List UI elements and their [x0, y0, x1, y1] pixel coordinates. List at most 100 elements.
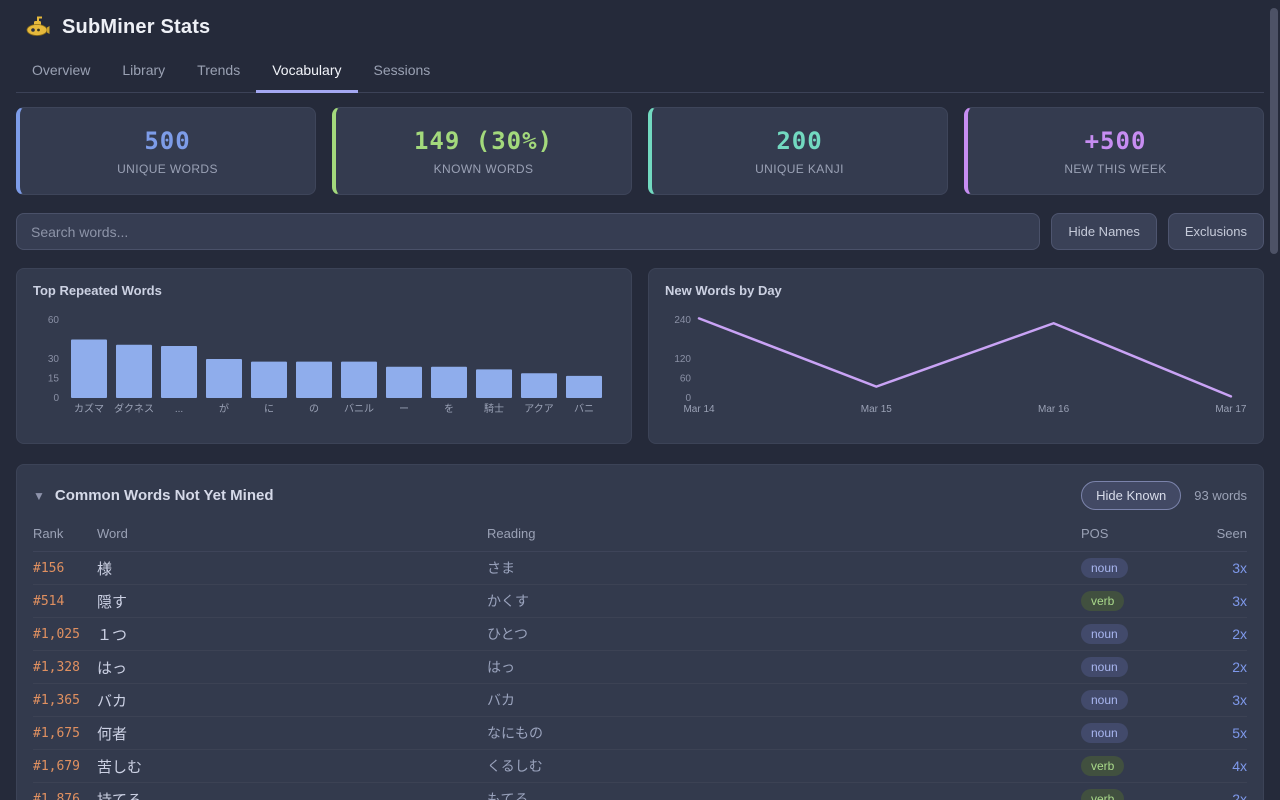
tabs: OverviewLibraryTrendsVocabularySessions	[16, 50, 1264, 92]
cell-reading: バカ	[487, 690, 1081, 710]
tab-trends[interactable]: Trends	[181, 50, 256, 93]
bar-chart-card: Top Repeated Words 0153060カズマダクネス...がにのバ…	[16, 268, 632, 444]
cell-pos: noun	[1081, 657, 1181, 677]
svg-text:Mar 17: Mar 17	[1215, 404, 1247, 415]
stat-value: 200	[776, 127, 822, 155]
cell-pos: noun	[1081, 690, 1181, 710]
pos-badge: noun	[1081, 723, 1128, 743]
svg-text:アクア: アクア	[524, 403, 554, 415]
col-seen: Seen	[1181, 526, 1247, 541]
svg-text:ダクネス: ダクネス	[114, 402, 154, 415]
stat-label: KNOWN WORDS	[434, 162, 534, 176]
cell-reading: なにもの	[487, 723, 1081, 743]
svg-text:...: ...	[175, 404, 183, 415]
svg-text:0: 0	[685, 393, 691, 404]
svg-text:騎士: 騎士	[484, 402, 504, 415]
pos-badge: noun	[1081, 690, 1128, 710]
cell-reading: くるしむ	[487, 756, 1081, 776]
tab-overview[interactable]: Overview	[16, 50, 106, 93]
cell-rank: #1,328	[33, 660, 97, 675]
table-row[interactable]: #514隠すかくすverb3x	[33, 585, 1247, 618]
stat-value: 149 (30%)	[414, 127, 553, 155]
col-word: Word	[97, 526, 487, 541]
svg-text:Mar 14: Mar 14	[683, 404, 715, 415]
table-row[interactable]: #1,328はっはっnoun2x	[33, 651, 1247, 684]
svg-text:30: 30	[48, 354, 60, 365]
hide-known-button[interactable]: Hide Known	[1081, 481, 1181, 510]
cell-reading: さま	[487, 558, 1081, 578]
svg-text:0: 0	[53, 393, 59, 404]
col-reading: Reading	[487, 526, 1081, 541]
tab-bar: OverviewLibraryTrendsVocabularySessions	[16, 50, 1264, 93]
tab-library[interactable]: Library	[106, 50, 181, 93]
search-input[interactable]	[16, 213, 1040, 250]
cell-rank: #1,365	[33, 693, 97, 708]
cell-word: 隠す	[97, 591, 487, 612]
hide-names-button[interactable]: Hide Names	[1051, 213, 1157, 250]
cell-pos: noun	[1081, 558, 1181, 578]
stat-cards: 500UNIQUE WORDS149 (30%)KNOWN WORDS200UN…	[16, 107, 1264, 195]
exclusions-button[interactable]: Exclusions	[1168, 213, 1264, 250]
table-row[interactable]: #1,025１つひとつnoun2x	[33, 618, 1247, 651]
scrollbar-thumb[interactable]	[1270, 8, 1278, 254]
cell-pos: verb	[1081, 591, 1181, 611]
common-words-panel: ▼ Common Words Not Yet Mined Hide Known …	[16, 464, 1264, 800]
page-title: SubMiner Stats	[62, 16, 210, 39]
line-chart-title: New Words by Day	[649, 269, 1263, 298]
svg-text:Mar 16: Mar 16	[1038, 404, 1070, 415]
cell-seen: 2x	[1181, 791, 1247, 800]
cell-seen: 2x	[1181, 659, 1247, 675]
tab-vocabulary[interactable]: Vocabulary	[256, 50, 357, 93]
pos-badge: verb	[1081, 756, 1124, 776]
cell-seen: 3x	[1181, 560, 1247, 576]
cell-reading: かくす	[487, 591, 1081, 611]
tab-sessions[interactable]: Sessions	[358, 50, 447, 93]
table-row[interactable]: #1,679苦しむくるしむverb 4x	[33, 750, 1247, 783]
pos-badge: noun	[1081, 558, 1128, 578]
line-chart: 060120240Mar 14Mar 15Mar 16Mar 17	[649, 300, 1259, 444]
stat-card-unique-kanji: 200 UNIQUE KANJI	[648, 107, 948, 195]
table-row[interactable]: #1,675何者なにものnoun5x	[33, 717, 1247, 750]
pos-badge: noun	[1081, 624, 1128, 644]
svg-text:が: が	[219, 402, 229, 415]
svg-text:の: の	[309, 404, 319, 415]
bar-chart-title: Top Repeated Words	[17, 269, 631, 298]
table-row[interactable]: #1,876持てるもてるverb2x	[33, 783, 1247, 800]
cell-reading: もてる	[487, 789, 1081, 800]
cell-seen: 3x	[1181, 692, 1247, 708]
stat-label: UNIQUE KANJI	[755, 162, 844, 176]
cell-seen: 5x	[1181, 725, 1247, 741]
cell-word: 苦しむ	[97, 756, 487, 777]
cell-rank: #1,675	[33, 726, 97, 741]
table-header-row: Rank Word Reading POS Seen	[33, 526, 1247, 552]
svg-text:に: に	[264, 403, 274, 415]
svg-text:カズマ: カズマ	[74, 402, 104, 415]
cell-pos: verb	[1081, 789, 1181, 800]
cell-rank: #1,876	[33, 792, 97, 800]
cell-seen: 4x	[1181, 758, 1247, 774]
cell-word: はっ	[97, 657, 487, 678]
common-words-title: Common Words Not Yet Mined	[55, 487, 1081, 504]
cell-word: 様	[97, 558, 487, 579]
cell-rank: #1,679	[33, 759, 97, 774]
table-row[interactable]: #156様さまnoun3x	[33, 552, 1247, 585]
pos-badge: verb	[1081, 591, 1124, 611]
svg-text:バニ: バニ	[574, 403, 594, 415]
svg-text:バニル: バニル	[344, 403, 374, 415]
bar-chart: 0153060カズマダクネス...がにのバニルーを騎士アクアバニ	[17, 300, 627, 444]
cell-word: １つ	[97, 624, 487, 645]
search-row: Hide Names Exclusions	[16, 213, 1264, 250]
stat-card-new-this-week: +500NEW THIS WEEK	[964, 107, 1264, 195]
stat-card-known-words: 149 (30%) KNOWN WORDS	[332, 107, 632, 195]
pos-badge: verb	[1081, 789, 1124, 800]
table-row[interactable]: #1,365バカバカnoun3x	[33, 684, 1247, 717]
svg-text:Mar 15: Mar 15	[861, 404, 893, 415]
cell-rank: #1,025	[33, 627, 97, 642]
stat-value: +500	[1085, 127, 1147, 155]
cell-reading: ひとつ	[487, 624, 1081, 644]
stat-value: 500	[144, 127, 190, 155]
cell-word: バカ	[97, 690, 487, 711]
line-chart-card: New Words by Day 060120240Mar 14Mar 15Ma…	[648, 268, 1264, 444]
pos-badge: noun	[1081, 657, 1128, 677]
collapse-icon[interactable]: ▼	[33, 489, 45, 503]
